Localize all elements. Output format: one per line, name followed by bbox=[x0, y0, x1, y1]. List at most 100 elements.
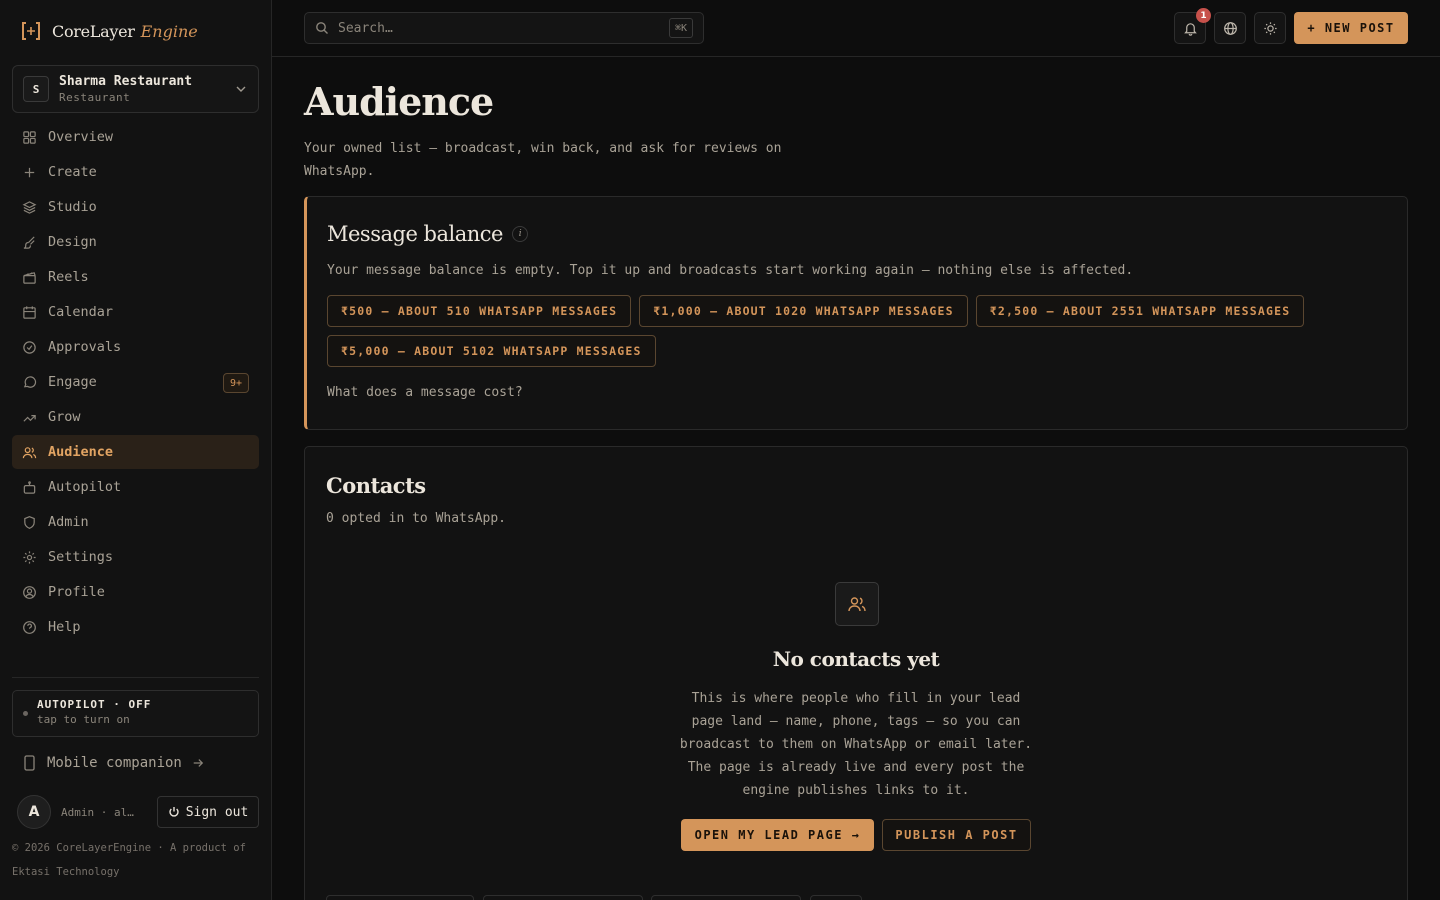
layers-icon bbox=[22, 200, 37, 214]
brand-engine: Engine bbox=[140, 21, 198, 41]
sign-out-button[interactable]: Sign out bbox=[157, 796, 259, 828]
sidebar-item-studio[interactable]: Studio bbox=[12, 190, 259, 224]
contacts-count: 0 opted in to WhatsApp. bbox=[326, 511, 507, 526]
sidebar-item-label: Audience bbox=[48, 444, 114, 460]
trend-up-icon bbox=[23, 414, 36, 422]
sidebar-item-label: Grow bbox=[48, 409, 81, 425]
sidebar-item-label: Approvals bbox=[48, 339, 122, 355]
sidebar-item-profile[interactable]: Profile bbox=[12, 575, 259, 609]
tab-stub[interactable] bbox=[326, 895, 474, 900]
sidebar-item-label: Settings bbox=[48, 549, 114, 565]
sidebar-item-calendar[interactable]: Calendar bbox=[12, 295, 259, 329]
user-name: Admin · al… bbox=[61, 805, 134, 819]
search-input[interactable]: Search… bbox=[338, 21, 669, 36]
topup-500-button[interactable]: ₹500 — ABOUT 510 WHATSAPP MESSAGES bbox=[327, 295, 632, 327]
bot-icon bbox=[23, 480, 36, 494]
sidebar-item-help[interactable]: Help bbox=[12, 610, 259, 644]
avatar: A bbox=[17, 795, 51, 829]
sidebar-item-approvals[interactable]: Approvals bbox=[12, 330, 259, 364]
search-shortcut: ⌘K bbox=[668, 18, 693, 38]
sidebar-item-label: Design bbox=[48, 234, 97, 250]
sidebar-item-admin[interactable]: Admin bbox=[12, 505, 259, 539]
sidebar-nav: Overview Create Studio Design Reels Cale… bbox=[12, 120, 259, 645]
sidebar-item-label: Create bbox=[48, 164, 97, 180]
search-box[interactable]: Search… ⌘K bbox=[304, 12, 704, 44]
users-icon bbox=[848, 597, 866, 612]
empty-state-title: No contacts yet bbox=[772, 647, 940, 671]
sun-icon bbox=[1263, 21, 1277, 35]
footer-copyright: © 2026 CoreLayerEngine · A product of Ek… bbox=[12, 842, 246, 878]
tab-stub[interactable] bbox=[810, 895, 862, 900]
sidebar-item-autopilot[interactable]: Autopilot bbox=[12, 470, 259, 504]
contacts-title: Contacts bbox=[326, 473, 426, 498]
message-balance-heading: Message balance i bbox=[327, 222, 528, 246]
arrow-right-icon bbox=[193, 759, 203, 767]
check-circle-icon bbox=[23, 340, 36, 354]
search-icon bbox=[316, 22, 328, 34]
sidebar-item-label: Calendar bbox=[48, 304, 114, 320]
bell-icon bbox=[1183, 22, 1197, 36]
sidebar-item-grow[interactable]: Grow bbox=[12, 400, 259, 434]
mobile-companion-link[interactable]: Mobile companion bbox=[22, 755, 204, 771]
message-balance-title: Message balance bbox=[327, 222, 503, 246]
sidebar-item-label: Admin bbox=[48, 514, 89, 530]
sidebar-item-label: Overview bbox=[48, 129, 114, 145]
topup-1000-button[interactable]: ₹1,000 — ABOUT 1020 WHATSAPP MESSAGES bbox=[639, 295, 968, 327]
sidebar-item-label: Profile bbox=[48, 584, 105, 600]
page-title: Audience bbox=[304, 79, 494, 124]
workspace-avatar: S bbox=[23, 76, 49, 102]
main-content: Audience Your owned list — broadcast, wi… bbox=[272, 57, 1440, 900]
workspace-switcher[interactable]: S Sharma Restaurant Restaurant bbox=[12, 65, 259, 113]
balance-status-text: Your message balance is empty. Top it up… bbox=[327, 263, 1134, 278]
phone-icon bbox=[24, 755, 35, 771]
publish-post-button[interactable]: PUBLISH A POST bbox=[882, 819, 1031, 851]
sidebar-item-label: Engage bbox=[48, 374, 97, 390]
brand-name: CoreLayer bbox=[52, 21, 135, 41]
sidebar-item-engage[interactable]: Engage 9+ bbox=[12, 365, 259, 399]
engage-count-badge: 9+ bbox=[222, 373, 249, 393]
sidebar-item-audience[interactable]: Audience bbox=[12, 435, 259, 469]
contacts-card: Contacts 0 opted in to WhatsApp. No cont… bbox=[304, 446, 1408, 900]
empty-state-description: This is where people who fill in your le… bbox=[679, 691, 1033, 798]
sidebar-item-label: Studio bbox=[48, 199, 97, 215]
sidebar-item-label: Help bbox=[48, 619, 81, 635]
sidebar-item-reels[interactable]: Reels bbox=[12, 260, 259, 294]
workspace-type: Restaurant bbox=[59, 91, 131, 104]
sidebar-item-settings[interactable]: Settings bbox=[12, 540, 259, 574]
notification-count-badge: 1 bbox=[1196, 8, 1211, 23]
open-lead-page-button[interactable]: OPEN MY LEAD PAGE → bbox=[681, 819, 874, 851]
language-button[interactable] bbox=[1214, 12, 1246, 44]
users-icon bbox=[22, 446, 37, 458]
tab-stub[interactable] bbox=[483, 895, 643, 900]
sign-out-label: Sign out bbox=[185, 804, 249, 820]
calendar-icon bbox=[23, 305, 36, 319]
autopilot-status: AUTOPILOT · OFF bbox=[37, 698, 152, 711]
sidebar-item-design[interactable]: Design bbox=[12, 225, 259, 259]
tab-stub[interactable] bbox=[651, 895, 801, 900]
sidebar-item-overview[interactable]: Overview bbox=[12, 120, 259, 154]
workspace-name: Sharma Restaurant bbox=[59, 74, 193, 89]
sidebar: CoreLayer Engine S Sharma Restaurant Rest… bbox=[0, 0, 272, 900]
topup-options: ₹500 — ABOUT 510 WHATSAPP MESSAGES ₹1,00… bbox=[327, 295, 1397, 367]
top-bar: Search… ⌘K 1 + NEW POST bbox=[272, 0, 1440, 57]
grid-icon bbox=[23, 130, 36, 144]
chevron-down-icon bbox=[236, 86, 246, 92]
topup-5000-button[interactable]: ₹5,000 — ABOUT 5102 WHATSAPP MESSAGES bbox=[327, 335, 656, 367]
theme-toggle-button[interactable] bbox=[1254, 12, 1286, 44]
sidebar-item-label: Reels bbox=[48, 269, 89, 285]
plus-icon bbox=[24, 167, 35, 177]
power-icon bbox=[168, 807, 179, 817]
autopilot-toggle[interactable]: AUTOPILOT · OFF tap to turn on bbox=[12, 690, 259, 737]
status-dot bbox=[23, 711, 28, 716]
empty-state-users-icon bbox=[835, 582, 879, 626]
topup-2500-button[interactable]: ₹2,500 — ABOUT 2551 WHATSAPP MESSAGES bbox=[975, 295, 1305, 327]
new-post-button[interactable]: + NEW POST bbox=[1294, 12, 1408, 44]
info-icon[interactable]: i bbox=[511, 226, 528, 242]
sidebar-item-create[interactable]: Create bbox=[12, 155, 259, 189]
message-cost-link[interactable]: What does a message cost? bbox=[327, 385, 523, 400]
user-menu[interactable]: A Admin · al… bbox=[17, 795, 141, 829]
brand[interactable]: CoreLayer Engine bbox=[20, 20, 198, 42]
chat-icon bbox=[23, 375, 37, 388]
notifications-button[interactable]: 1 bbox=[1174, 8, 1211, 44]
mobile-companion-label: Mobile companion bbox=[47, 755, 182, 771]
